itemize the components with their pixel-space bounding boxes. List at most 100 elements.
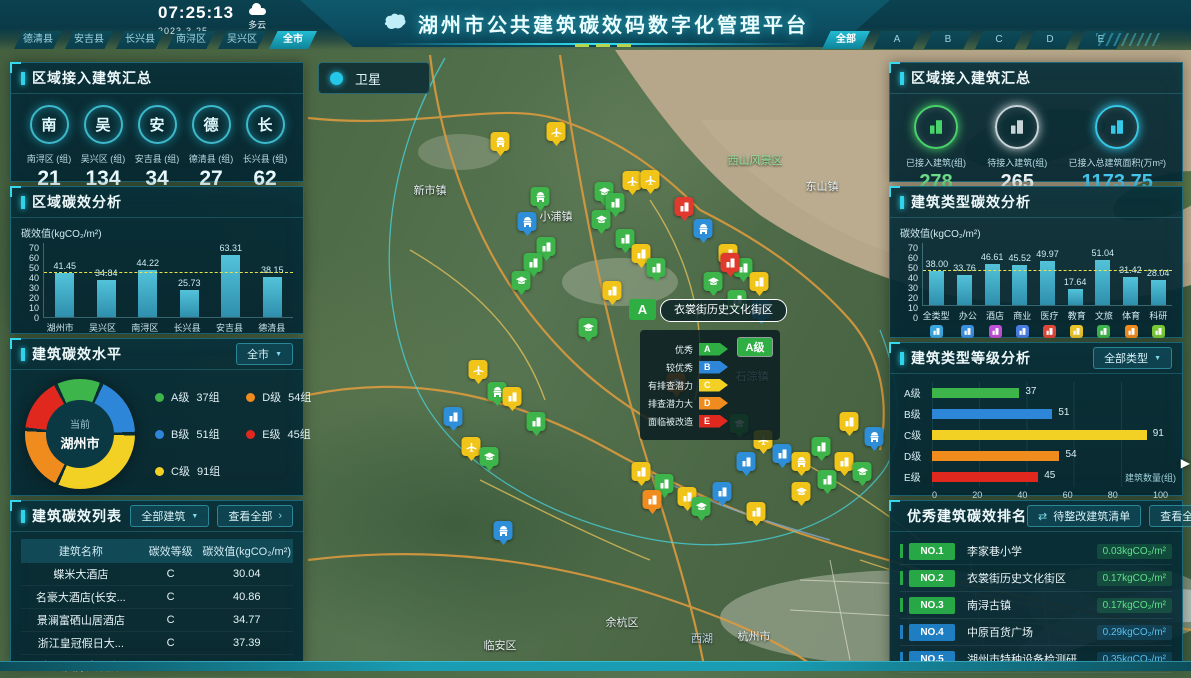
marker-tail <box>725 271 735 277</box>
map-marker[interactable] <box>835 452 854 471</box>
map-marker[interactable] <box>643 490 662 509</box>
chart-y-axis-label: 碳效值(kgCO₂/m²) <box>900 225 1172 240</box>
tab-D[interactable]: D <box>1026 31 1074 49</box>
table-row[interactable]: 浙江皇冠假日大...C37.39 <box>21 632 293 655</box>
satellite-toggle[interactable]: 卫星 <box>318 62 430 94</box>
map-legend-label: 较优秀 <box>666 361 693 374</box>
table-row[interactable]: 蝶米大酒店C30.04 <box>21 563 293 586</box>
tab-南浔区[interactable]: 南浔区 <box>167 31 215 49</box>
map-marker[interactable] <box>632 462 651 481</box>
marker-tail <box>473 378 483 384</box>
map-marker[interactable] <box>518 212 537 231</box>
map-marker[interactable] <box>480 447 499 466</box>
region-stat-label: 南浔区 (组) <box>23 152 75 165</box>
map-marker[interactable] <box>818 470 837 489</box>
map-marker[interactable] <box>606 193 625 212</box>
panel-collapse-arrow[interactable]: ▶ <box>1181 456 1190 470</box>
marker-tail <box>448 425 458 431</box>
table-row[interactable]: 名豪大酒店(长安...C40.86 <box>21 586 293 609</box>
building-icon <box>1095 105 1139 149</box>
ranking-row[interactable]: NO.1李家巷小学0.03kgCO₂/m² <box>900 538 1172 565</box>
rank-badge: NO.3 <box>909 597 955 614</box>
tab-全市[interactable]: 全市 <box>269 31 317 49</box>
rectify-list-button[interactable]: ⇄ 待整改建筑清单 <box>1027 505 1141 527</box>
access-stat: 已接入建筑(组)278 <box>906 105 966 194</box>
map-marker[interactable] <box>750 272 769 291</box>
map-marker[interactable] <box>694 219 713 238</box>
map-place-label: 新市镇 <box>414 182 447 198</box>
y-tick: 60 <box>908 253 918 263</box>
view-all-button[interactable]: 查看全部 › <box>1149 505 1191 527</box>
building-filter-dropdown[interactable]: 全部建筑 ▼ <box>130 505 209 527</box>
panel-ranking: 优秀建筑碳效排名 ⇄ 待整改建筑清单 查看全部 › NO.1李家巷小学0.03k… <box>889 500 1183 666</box>
map-marker[interactable] <box>721 253 740 272</box>
map-marker[interactable] <box>527 412 546 431</box>
bar <box>1151 280 1166 305</box>
map-marker[interactable] <box>812 437 831 456</box>
map-marker[interactable] <box>692 497 711 516</box>
map-marker[interactable] <box>512 271 531 290</box>
map-marker[interactable] <box>792 482 811 501</box>
map-marker[interactable] <box>462 437 481 456</box>
map-marker[interactable] <box>747 502 766 521</box>
map-marker[interactable] <box>603 281 622 300</box>
tab-长兴县[interactable]: 长兴县 <box>116 31 164 49</box>
table-cell: C <box>141 568 201 580</box>
grade-row: B级51 <box>904 403 1168 424</box>
map-marker[interactable] <box>547 122 566 141</box>
ranking-row[interactable]: NO.3南浔古镇0.17kgCO₂/m² <box>900 592 1172 619</box>
map-marker[interactable] <box>491 132 510 151</box>
city-dropdown[interactable]: 全市 ▼ <box>236 343 293 365</box>
map-marker[interactable] <box>579 318 598 337</box>
map-marker[interactable] <box>524 253 543 272</box>
map-marker[interactable] <box>704 272 723 291</box>
map-marker[interactable] <box>444 407 463 426</box>
tab-全部[interactable]: 全部 <box>822 31 870 49</box>
grade-value: 37 <box>1025 386 1036 397</box>
bar-value-label: 49.97 <box>1036 249 1059 259</box>
map-marker[interactable] <box>792 452 811 471</box>
y-axis-ticks: 706050403020100 <box>900 243 922 305</box>
map-marker[interactable] <box>592 210 611 229</box>
tab-安吉县[interactable]: 安吉县 <box>65 31 113 49</box>
map-marker[interactable] <box>641 170 660 189</box>
table-cell: 40.86 <box>201 591 293 603</box>
ranking-row[interactable]: NO.2衣裳街历史文化街区0.17kgCO₂/m² <box>900 565 1172 592</box>
map-marker[interactable] <box>623 171 642 190</box>
tab-C[interactable]: C <box>975 31 1023 49</box>
tab-B[interactable]: B <box>924 31 972 49</box>
map-marker[interactable] <box>713 482 732 501</box>
tab-德清县[interactable]: 德清县 <box>14 31 62 49</box>
tab-吴兴区[interactable]: 吴兴区 <box>218 31 266 49</box>
map-marker[interactable] <box>494 521 513 540</box>
legend-dot <box>155 430 164 439</box>
map-marker[interactable] <box>853 462 872 481</box>
map-marker[interactable] <box>773 444 792 463</box>
marker-tail <box>583 336 593 342</box>
map-marker[interactable] <box>503 387 522 406</box>
ranking-row[interactable]: NO.4中原百货广场0.29kgCO₂/m² <box>900 619 1172 646</box>
region-tabs: 德清县安吉县长兴县南浔区吴兴区全市 <box>14 31 317 49</box>
type-filter-dropdown[interactable]: 全部类型 ▼ <box>1093 347 1172 369</box>
map-tooltip-label[interactable]: 衣裳街历史文化街区 <box>660 299 787 322</box>
map-marker[interactable] <box>737 452 756 471</box>
category-name: 文旅 <box>1095 309 1113 322</box>
legend-grade: C级 <box>171 463 190 479</box>
bar-column: 17.64 <box>1064 243 1087 305</box>
tab-A[interactable]: A <box>873 31 921 49</box>
map-marker[interactable] <box>865 427 884 446</box>
map-marker[interactable] <box>675 197 694 216</box>
dashboard-root: { "header": { "time": "07:25:13", "date"… <box>0 0 1191 671</box>
clock-time: 07:25:13 <box>158 3 234 23</box>
table-cell: C <box>141 637 201 649</box>
map-marker[interactable] <box>647 258 666 277</box>
map-place-label: 西湖 <box>691 630 713 646</box>
table-row[interactable]: 景澜富硒山居酒店C34.77 <box>21 609 293 632</box>
panel-title: 建筑类型碳效分析 <box>911 192 1031 212</box>
view-all-button[interactable]: 查看全部 › <box>217 505 293 527</box>
map-marker[interactable] <box>840 412 859 431</box>
map-marker[interactable] <box>469 360 488 379</box>
map-marker[interactable] <box>531 187 550 206</box>
building-type-icon <box>1070 325 1083 338</box>
marker-tail <box>627 189 637 195</box>
